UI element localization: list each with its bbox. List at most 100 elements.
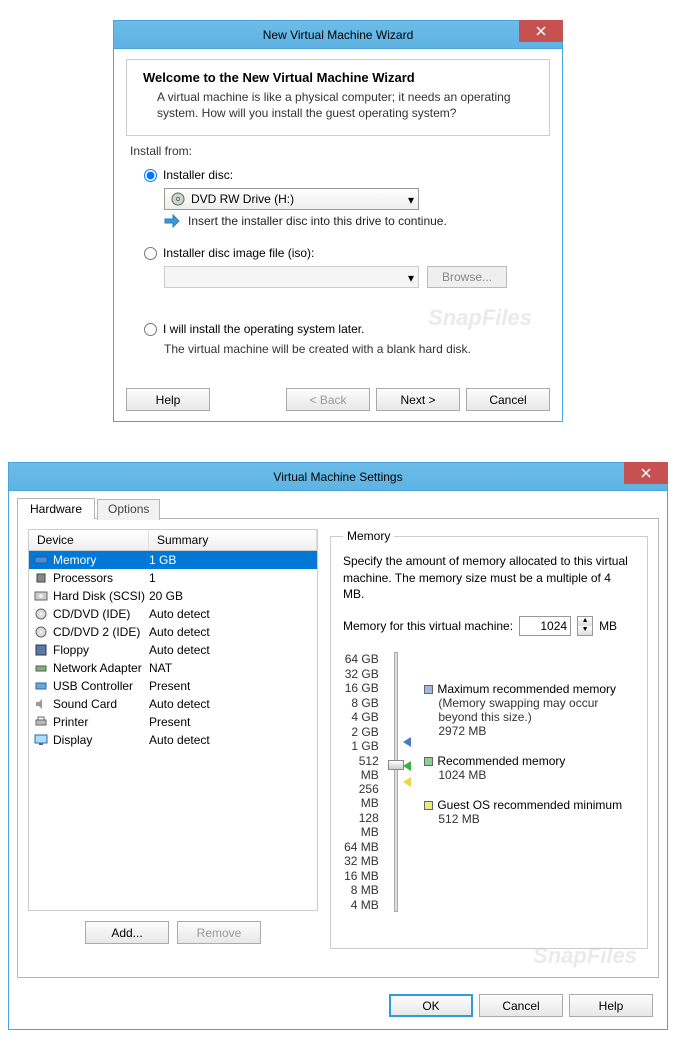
later-description: The virtual machine will be created with… [164,342,550,356]
memory-legend: Memory [343,529,394,543]
device-row-sound[interactable]: Sound CardAuto detect [29,695,317,713]
tick-label: 4 GB [343,710,379,724]
disc-drive-combo[interactable]: DVD RW Drive (H:) ▾ [164,188,419,210]
device-summary: Auto detect [149,625,313,639]
welcome-panel: Welcome to the New Virtual Machine Wizar… [126,59,550,136]
device-summary: Present [149,715,313,729]
help-button[interactable]: Help [126,388,210,411]
memory-fieldset: Memory Specify the amount of memory allo… [330,529,648,949]
memory-input-label: Memory for this virtual machine: [343,619,513,633]
tab-hardware[interactable]: Hardware [17,498,95,519]
slider-tick-labels: 64 GB32 GB16 GB8 GB4 GB2 GB1 GB512 MB256… [343,652,379,912]
radio-later-label: I will install the operating system late… [163,322,364,336]
device-name: Hard Disk (SCSI) [53,589,149,603]
tick-label: 8 GB [343,696,379,710]
memory-slider[interactable] [385,652,401,912]
wizard-titlebar[interactable]: New Virtual Machine Wizard [114,21,562,49]
iso-path-combo[interactable]: ▾ [164,266,419,288]
device-name: USB Controller [53,679,149,693]
radio-later[interactable]: I will install the operating system late… [144,322,550,336]
radio-iso-label: Installer disc image file (iso): [163,246,314,260]
tick-label: 256 MB [343,782,379,810]
device-row-display[interactable]: DisplayAuto detect [29,731,317,749]
device-list-header: Device Summary [28,529,318,551]
radio-later-input[interactable] [144,323,157,336]
device-row-cd[interactable]: CD/DVD (IDE)Auto detect [29,605,317,623]
memory-input[interactable] [519,616,571,636]
device-name: Sound Card [53,697,149,711]
radio-disc-label: Installer disc: [163,168,233,182]
tick-label: 16 MB [343,869,379,883]
device-name: Memory [53,553,149,567]
arrow-right-icon [164,214,180,228]
col-summary-header[interactable]: Summary [149,530,317,550]
disc-hint-row: Insert the installer disc into this driv… [164,214,550,228]
help-button[interactable]: Help [569,994,653,1017]
tick-label: 2 GB [343,725,379,739]
device-list-body[interactable]: Memory1 GBProcessors1Hard Disk (SCSI)20 … [28,551,318,911]
wizard-window: New Virtual Machine Wizard Welcome to th… [113,20,563,422]
cancel-button[interactable]: Cancel [466,388,550,411]
device-name: Floppy [53,643,149,657]
cancel-button[interactable]: Cancel [479,994,563,1017]
device-name: Printer [53,715,149,729]
device-row-net[interactable]: Network AdapterNAT [29,659,317,677]
cd-icon [33,625,49,639]
display-icon [33,733,49,747]
device-row-cd[interactable]: CD/DVD 2 (IDE)Auto detect [29,623,317,641]
tick-label: 16 GB [343,681,379,695]
device-name: Processors [53,571,149,585]
add-button[interactable]: Add... [85,921,169,944]
device-row-hdd[interactable]: Hard Disk (SCSI)20 GB [29,587,317,605]
close-icon[interactable] [519,20,563,42]
sound-icon [33,697,49,711]
memory-unit: MB [599,619,617,633]
browse-button[interactable]: Browse... [427,266,507,288]
spinner-up-icon[interactable]: ▲ [578,617,592,626]
cpu-icon [33,571,49,585]
back-button[interactable]: < Back [286,388,370,411]
radio-iso-input[interactable] [144,247,157,260]
tick-label: 8 MB [343,883,379,897]
radio-disc-input[interactable] [144,169,157,182]
memory-description: Specify the amount of memory allocated t… [343,553,635,602]
device-summary: Auto detect [149,607,313,621]
radio-iso[interactable]: Installer disc image file (iso): [144,246,550,260]
memory-spinner[interactable]: ▲▼ [577,616,593,636]
next-button[interactable]: Next > [376,388,460,411]
device-name: Display [53,733,149,747]
settings-titlebar[interactable]: Virtual Machine Settings [9,463,667,491]
tick-label: 4 MB [343,898,379,912]
tick-label: 128 MB [343,811,379,839]
memory-icon [33,553,49,567]
net-icon [33,661,49,675]
legend-max: Maximum recommended memory (Memory swapp… [424,682,635,738]
device-list-panel: Device Summary Memory1 GBProcessors1Hard… [28,529,318,967]
col-device-header[interactable]: Device [29,530,149,550]
floppy-icon [33,643,49,657]
hdd-icon [33,589,49,603]
remove-button[interactable]: Remove [177,921,261,944]
device-row-usb[interactable]: USB ControllerPresent [29,677,317,695]
tick-label: 512 MB [343,754,379,782]
tab-options[interactable]: Options [97,499,160,520]
disc-hint-text: Insert the installer disc into this driv… [188,214,447,228]
usb-icon [33,679,49,693]
device-row-memory[interactable]: Memory1 GB [29,551,317,569]
spinner-down-icon[interactable]: ▼ [578,626,592,635]
settings-window: Virtual Machine Settings Hardware Option… [8,462,668,1030]
slider-thumb[interactable] [388,760,404,770]
device-name: CD/DVD 2 (IDE) [53,625,149,639]
device-row-floppy[interactable]: FloppyAuto detect [29,641,317,659]
device-row-cpu[interactable]: Processors1 [29,569,317,587]
disc-icon [171,192,185,206]
welcome-heading: Welcome to the New Virtual Machine Wizar… [143,70,533,85]
device-row-printer[interactable]: PrinterPresent [29,713,317,731]
ok-button[interactable]: OK [389,994,473,1017]
legend-minimum: Guest OS recommended minimum 512 MB [424,798,635,826]
device-summary: 1 GB [149,553,313,567]
radio-installer-disc[interactable]: Installer disc: [144,168,550,182]
chevron-down-icon: ▾ [408,271,414,285]
marker-recommended [403,760,411,774]
close-icon[interactable] [624,462,668,484]
